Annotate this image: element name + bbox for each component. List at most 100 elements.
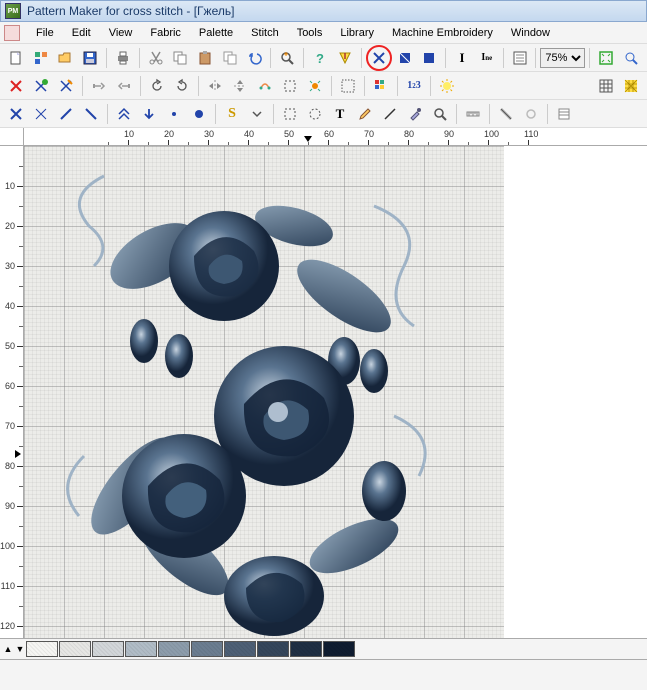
open-button[interactable] [54,46,78,70]
crosshatch-button[interactable] [619,74,643,98]
pick-stitch-button[interactable] [54,74,78,98]
zoom-tool-button[interactable] [275,46,299,70]
pencil-tool[interactable] [353,102,377,126]
about-button[interactable] [333,46,357,70]
undo-button[interactable] [243,46,267,70]
dropdown-tool[interactable] [245,102,269,126]
palette-scroll-up[interactable]: ▲ [2,640,14,658]
status-area [0,660,647,690]
palette-swatch-3[interactable] [125,641,157,657]
grid-select-button[interactable] [336,74,360,98]
ruler-horizontal[interactable]: 102030405060708090100110 [24,128,647,146]
toolbar-stitch: 123 [0,72,647,100]
select-rect-tool[interactable] [278,102,302,126]
palette-swatch-7[interactable] [257,641,289,657]
zoom-selection-button[interactable] [619,46,643,70]
menu-view[interactable]: View [101,25,141,41]
menu-fabric[interactable]: Fabric [142,25,189,41]
rotate-cw-button[interactable] [170,74,194,98]
cross-full-tool[interactable] [4,102,28,126]
palette-swatch-8[interactable] [290,641,322,657]
title-bar: PM Pattern Maker for cross stitch - [Гже… [0,0,647,22]
palette-tool-button[interactable] [369,74,393,98]
measure-tool[interactable] [461,102,485,126]
menu-file[interactable]: File [28,25,62,41]
outline-button[interactable] [278,74,302,98]
fit-window-button[interactable] [594,46,618,70]
arrow-n-tool[interactable] [112,102,136,126]
palette-scroll-down[interactable]: ▼ [14,640,26,658]
delete-stitch-button[interactable] [4,74,28,98]
menu-bar: File Edit View Fabric Palette Stitch Too… [0,22,647,44]
menu-window[interactable]: Window [503,25,558,41]
highlight-button[interactable] [435,74,459,98]
knot-button[interactable] [303,74,327,98]
menu-library[interactable]: Library [332,25,382,41]
print-button[interactable] [111,46,135,70]
color-palette-bar: ▲ ▼ [0,638,647,660]
line-draw-tool[interactable] [378,102,402,126]
bead-tool[interactable] [519,102,543,126]
dot-small-tool[interactable] [162,102,186,126]
canvas-grid [24,146,504,638]
menu-machine-embroidery[interactable]: Machine Embroidery [384,25,501,41]
cross-half-tool[interactable] [29,102,53,126]
settings-strip-tool[interactable] [552,102,576,126]
properties-button[interactable] [508,46,532,70]
text-insert-tool[interactable]: T [328,102,352,126]
motif-button[interactable] [253,74,277,98]
copy-special-button[interactable] [218,46,242,70]
ruler-corner [0,128,24,146]
copy-button[interactable] [168,46,192,70]
paste-button[interactable] [193,46,217,70]
quarter-stitch-button[interactable] [417,46,441,70]
app-icon: PM [5,3,21,19]
add-stitch-button[interactable] [29,74,53,98]
line-tool-button[interactable]: Ine [475,46,499,70]
palette-swatch-9[interactable] [323,641,355,657]
half-stitch-button[interactable] [393,46,417,70]
help-button[interactable]: ? [308,46,332,70]
toolbar-drawing: S T [0,100,647,128]
save-button[interactable] [78,46,102,70]
full-cross-button[interactable] [368,46,390,70]
backstitch-start-button[interactable] [87,74,111,98]
palette-swatch-6[interactable] [224,641,256,657]
number-tool-button[interactable]: 123 [402,74,426,98]
ruler-vertical[interactable]: 102030405060708090100110120 [0,146,24,638]
ruler-guide-tool[interactable] [494,102,518,126]
diagonal-tool-2[interactable] [79,102,103,126]
text-tool-button[interactable]: I [450,46,474,70]
palette-swatch-5[interactable] [191,641,223,657]
menu-tools[interactable]: Tools [289,25,331,41]
flip-h-button[interactable] [203,74,227,98]
svg-text:?: ? [316,51,324,66]
palette-swatch-0[interactable] [26,641,58,657]
palette-swatch-4[interactable] [158,641,190,657]
workspace-wrap: 102030405060708090100110 102030405060708… [0,128,647,638]
cut-button[interactable] [144,46,168,70]
palette-swatch-1[interactable] [59,641,91,657]
eyedropper-tool[interactable] [403,102,427,126]
menu-edit[interactable]: Edit [64,25,99,41]
backstitch-end-button[interactable] [112,74,136,98]
zoom-select[interactable]: 75% [540,48,585,68]
rotate-ccw-button[interactable] [145,74,169,98]
magnifier-tool[interactable] [428,102,452,126]
select-ellipse-tool[interactable] [303,102,327,126]
palette-swatch-2[interactable] [92,641,124,657]
toolbar-standard: ? I Ine 75% [0,44,647,72]
grid-toggle-button[interactable] [594,74,618,98]
canvas[interactable] [24,146,647,638]
document-icon [4,25,20,41]
dot-large-tool[interactable] [187,102,211,126]
s-curve-tool[interactable]: S [220,102,244,126]
flip-v-button[interactable] [228,74,252,98]
arrow-down-tool[interactable] [137,102,161,126]
diagonal-tool-1[interactable] [54,102,78,126]
window-tile-button[interactable] [29,46,53,70]
menu-stitch[interactable]: Stitch [243,25,287,41]
menu-palette[interactable]: Palette [191,25,241,41]
new-button[interactable] [4,46,28,70]
highlighted-annotation [366,45,392,71]
